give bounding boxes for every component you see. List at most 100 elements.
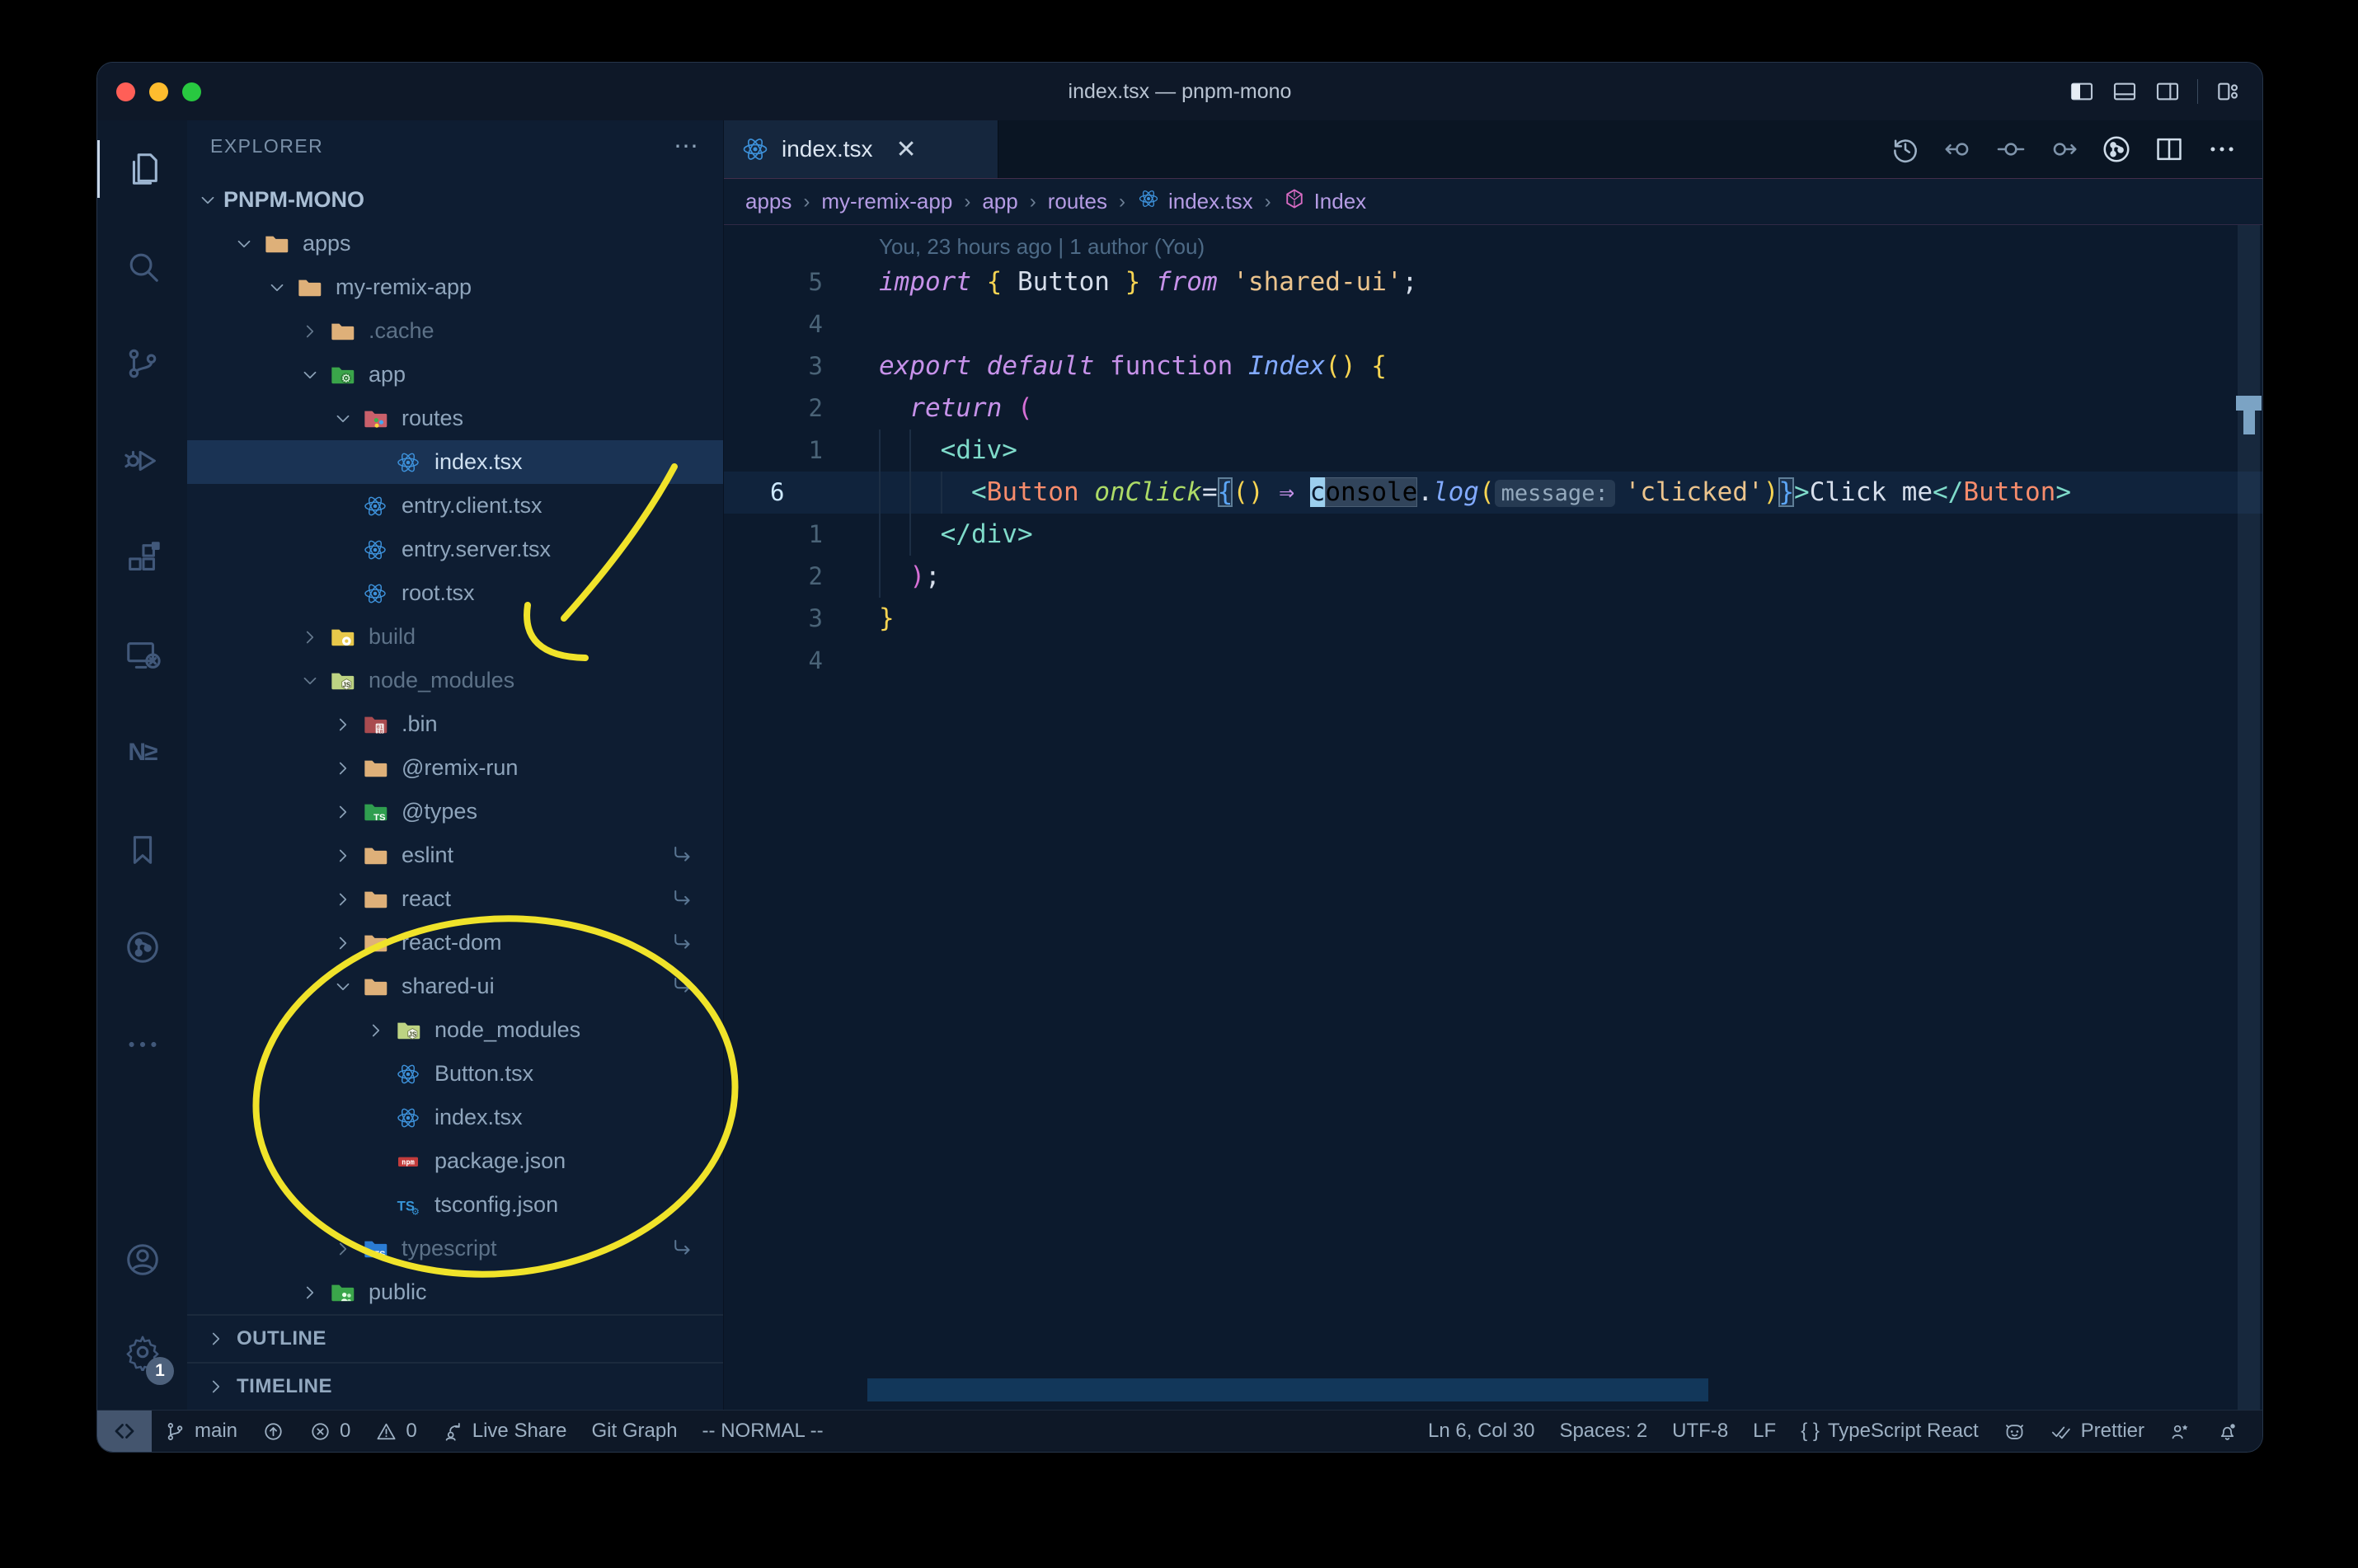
close-window-button[interactable] <box>116 82 135 101</box>
tree-item--remix-run[interactable]: @remix-run <box>187 746 723 790</box>
activity-account-icon[interactable] <box>97 1214 187 1306</box>
status-indentation[interactable]: Spaces: 2 <box>1547 1411 1660 1452</box>
status-live-share[interactable]: Live Share <box>430 1411 580 1452</box>
status-warnings[interactable]: 0 <box>363 1411 429 1452</box>
tree-root-pnpm-mono[interactable]: PNPM-MONO <box>187 178 723 222</box>
activity-explorer-icon[interactable] <box>97 120 187 218</box>
layout-customize-icon[interactable] <box>2215 78 2241 105</box>
layout-panel-icon[interactable] <box>2111 78 2138 105</box>
tree-item-label: entry.server.tsx <box>402 537 552 561</box>
breadcrumb-routes[interactable]: routes <box>1048 189 1107 214</box>
activity-extensions-icon[interactable] <box>97 509 187 607</box>
more-actions-icon[interactable]: ⋯ <box>674 132 700 161</box>
code-line[interactable]: 1 <div> <box>724 430 2262 472</box>
tree-item-my-remix-app[interactable]: my-remix-app <box>187 265 723 309</box>
timeline-history-icon[interactable] <box>1890 134 1921 165</box>
more-actions-icon[interactable] <box>2206 134 2238 165</box>
breadcrumb-app[interactable]: app <box>982 189 1017 214</box>
activity-remote-explorer-icon[interactable] <box>97 607 187 704</box>
status-github[interactable] <box>1991 1411 2038 1452</box>
code-line[interactable]: 1 </div> <box>724 514 2262 556</box>
close-tab-icon[interactable]: ✕ <box>896 135 917 164</box>
activity-settings-icon[interactable]: 1 <box>97 1306 187 1398</box>
status-encoding[interactable]: UTF-8 <box>1660 1411 1740 1452</box>
status-eol[interactable]: LF <box>1740 1411 1788 1452</box>
tree-item-button-tsx[interactable]: Button.tsx <box>187 1052 723 1096</box>
tree-item-index-tsx[interactable]: index.tsx <box>187 440 723 484</box>
file-tree: PNPM-MONO apps my-remix-app .cache ⚙ app route… <box>187 171 723 1314</box>
tree-item-root-tsx[interactable]: root.tsx <box>187 571 723 615</box>
activity-more-views-icon[interactable] <box>97 996 187 1093</box>
status-notifications[interactable] <box>2204 1411 2251 1452</box>
activity-search-icon[interactable] <box>97 218 187 315</box>
code-editor[interactable]: You, 23 hours ago | 1 author (You) 5 impor… <box>724 225 2262 1410</box>
breadcrumb-index-tsx[interactable]: index.tsx <box>1137 187 1253 216</box>
layout-sidebar-left-icon[interactable] <box>2069 78 2095 105</box>
status-formatter[interactable]: Prettier <box>2038 1411 2157 1452</box>
activity-run-debug-icon[interactable] <box>97 412 187 509</box>
chevron-right-icon <box>327 843 359 869</box>
tab-index-tsx[interactable]: index.tsx ✕ <box>724 120 998 178</box>
current-commit-icon[interactable] <box>1995 134 2027 165</box>
horizontal-scrollbar[interactable] <box>867 1378 1708 1401</box>
status-feedback[interactable] <box>2157 1411 2204 1452</box>
breadcrumb-index[interactable]: Index <box>1283 187 1366 216</box>
tree-item-shared-ui[interactable]: shared-ui <box>187 965 723 1008</box>
code-line[interactable]: 4 <box>724 640 2262 682</box>
activity-bookmarks-icon[interactable] <box>97 801 187 899</box>
status-git-graph[interactable]: Git Graph <box>580 1411 690 1452</box>
code-line[interactable]: 5 import { Button } from 'shared-ui'; <box>724 261 2262 303</box>
tree-item-node-modules[interactable]: JS node_modules <box>187 1008 723 1052</box>
activity-source-control-icon[interactable] <box>97 315 187 412</box>
status-errors[interactable]: 0 <box>297 1411 363 1452</box>
tree-item--bin[interactable]: 01 10 .bin <box>187 702 723 746</box>
tree-item-apps[interactable]: apps <box>187 222 723 265</box>
status-git-branch[interactable]: main <box>152 1411 250 1452</box>
tree-item-public[interactable]: public <box>187 1270 723 1314</box>
tree-item-app[interactable]: ⚙ app <box>187 353 723 397</box>
tree-item-node-modules[interactable]: JS node_modules <box>187 659 723 702</box>
tree-item-entry-server-tsx[interactable]: entry.server.tsx <box>187 528 723 571</box>
tree-item-react-dom[interactable]: react-dom <box>187 921 723 965</box>
code-line[interactable]: 3} <box>724 598 2262 640</box>
remote-indicator[interactable] <box>97 1411 152 1452</box>
tree-item-package-json[interactable]: npm package.json <box>187 1139 723 1183</box>
breadcrumb-label: my-remix-app <box>821 189 953 214</box>
overview-ruler-marker <box>2236 396 2262 411</box>
prev-commit-icon[interactable] <box>1942 134 1974 165</box>
tree-item-build[interactable]: build <box>187 615 723 659</box>
status-cursor-position[interactable]: Ln 6, Col 30 <box>1416 1411 1547 1452</box>
status-language-mode[interactable]: { } TypeScript React <box>1788 1411 1990 1452</box>
tree-item--types[interactable]: TS @types <box>187 790 723 833</box>
code-line-current[interactable]: 6 <Button onClick={() ⇒ console.log(mess… <box>724 472 2262 514</box>
code-line[interactable]: 4 <box>724 303 2262 345</box>
minimize-window-button[interactable] <box>149 82 168 101</box>
tree-item-tsconfig-json[interactable]: TS ⚙ tsconfig.json <box>187 1183 723 1227</box>
tree-item-index-tsx[interactable]: index.tsx <box>187 1096 723 1139</box>
status-vim-mode[interactable]: -- NORMAL -- <box>690 1411 836 1452</box>
breadcrumb-apps[interactable]: apps <box>745 189 791 214</box>
status-sync[interactable] <box>250 1411 297 1452</box>
tree-item-routes[interactable]: routes <box>187 397 723 440</box>
code-line[interactable]: 2 return ( <box>724 387 2262 430</box>
section-outline[interactable]: OUTLINE <box>187 1314 723 1362</box>
zoom-window-button[interactable] <box>182 82 201 101</box>
tree-item-typescript[interactable]: TS typescript <box>187 1227 723 1270</box>
sidebar-header: EXPLORER ⋯ <box>187 120 723 171</box>
code-line[interactable]: 3 export default function Index() { <box>724 345 2262 387</box>
activity-git-graph-icon[interactable] <box>97 899 187 996</box>
activity-nx-console-icon[interactable]: N≥ <box>97 704 187 801</box>
git-graph-icon[interactable] <box>2101 134 2132 165</box>
tree-item-eslint[interactable]: eslint <box>187 833 723 877</box>
layout-sidebar-right-icon[interactable] <box>2154 78 2181 105</box>
code-line[interactable]: 2 ); <box>724 556 2262 598</box>
breadcrumb-my-remix-app[interactable]: my-remix-app <box>821 189 952 214</box>
breadcrumb-label: index.tsx <box>1167 189 1253 214</box>
split-editor-icon[interactable] <box>2154 134 2185 165</box>
tree-item--cache[interactable]: .cache <box>187 309 723 353</box>
tree-item-entry-client-tsx[interactable]: entry.client.tsx <box>187 484 723 528</box>
next-commit-icon[interactable] <box>2048 134 2079 165</box>
tree-item-label: @remix-run <box>402 755 519 780</box>
section-timeline[interactable]: TIMELINE <box>187 1362 723 1410</box>
tree-item-react[interactable]: react <box>187 877 723 921</box>
